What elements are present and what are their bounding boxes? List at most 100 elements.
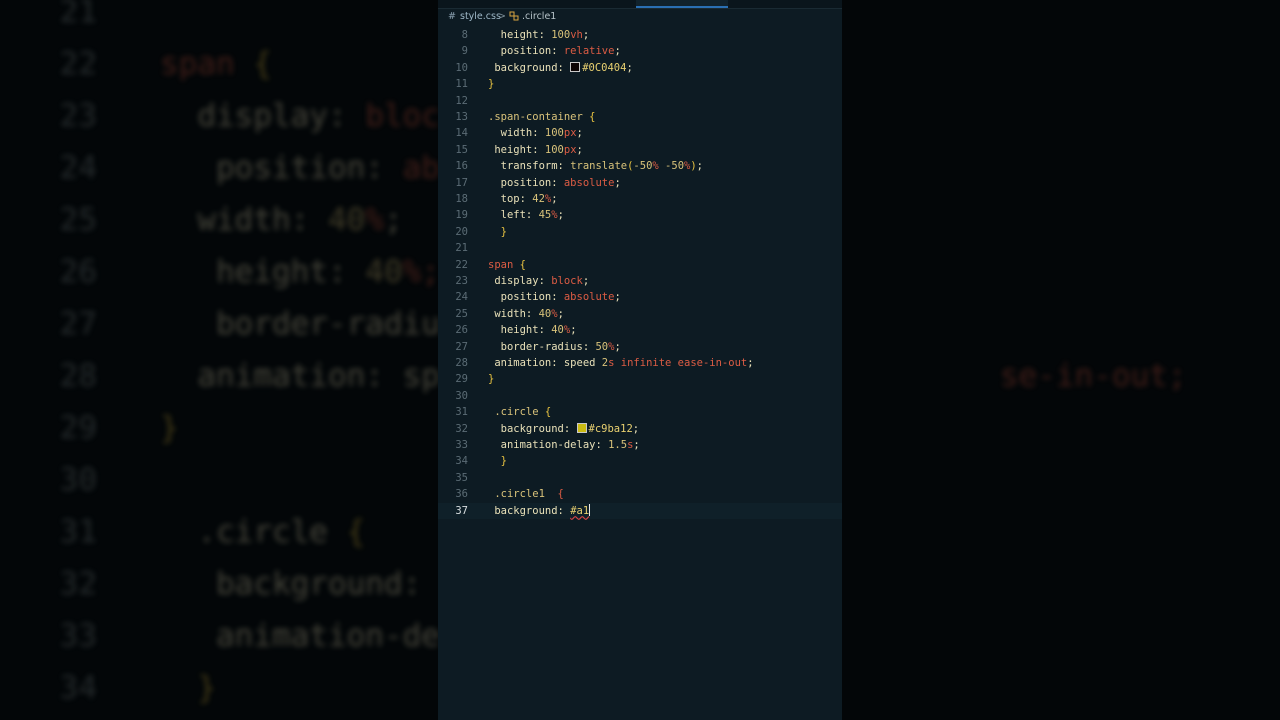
code-line[interactable]: 15 height: 100px; xyxy=(438,142,842,158)
line-text: background: #c9ba12; xyxy=(488,421,639,437)
line-text: width: 100px; xyxy=(488,125,583,141)
code-line[interactable]: 20 } xyxy=(438,224,842,240)
code-token: } xyxy=(488,225,507,238)
code-line[interactable]: 28 animation: speed 2s infinite ease-in-… xyxy=(438,355,842,371)
code-token: display: xyxy=(488,275,552,287)
code-token: border-radius: xyxy=(488,340,596,353)
line-number: 23 xyxy=(455,275,468,287)
line-number: 33 xyxy=(455,439,468,451)
line-text: background: #a1 xyxy=(488,503,591,519)
code-token: 100 xyxy=(551,29,571,41)
line-text: animation: speed 2s infinite ease-in-out… xyxy=(488,355,753,371)
code-token: { xyxy=(589,111,596,123)
code-token: translate xyxy=(570,160,628,173)
code-token: ; xyxy=(557,209,564,222)
code-line[interactable]: 18 top: 42%; xyxy=(438,191,842,207)
color-swatch[interactable] xyxy=(576,422,587,433)
line-number: 29 xyxy=(455,373,468,386)
code-line[interactable]: 14 width: 100px; xyxy=(438,125,842,141)
color-swatch[interactable] xyxy=(570,61,581,72)
code-token: -50 xyxy=(665,160,685,173)
code-token: ; xyxy=(570,324,577,337)
line-number: 24 xyxy=(455,291,468,304)
line-number: 27 xyxy=(455,340,468,353)
line-number: 20 xyxy=(455,225,468,238)
code-token: ; xyxy=(614,340,621,353)
code-token: ; xyxy=(614,176,621,189)
line-number: 10 xyxy=(455,61,468,74)
code-token: block xyxy=(551,275,583,287)
code-line[interactable]: 23 display: block; xyxy=(438,273,842,289)
code-line[interactable]: 31 .circle { xyxy=(438,404,842,420)
code-line[interactable]: 26 height: 40%; xyxy=(438,322,842,338)
code-line[interactable]: 30 xyxy=(438,388,842,404)
code-token: ; xyxy=(582,275,590,287)
code-token: ; xyxy=(576,143,583,156)
line-number: 32 xyxy=(455,422,468,435)
code-line[interactable]: 13 .span-container { xyxy=(438,109,842,125)
line-number: 11 xyxy=(455,78,468,91)
code-token: px xyxy=(563,127,577,140)
code-token: height: xyxy=(488,29,552,41)
line-number: 16 xyxy=(455,160,468,173)
code-line[interactable]: 33 animation-delay: 1.5s; xyxy=(438,437,842,453)
line-number: 13 xyxy=(455,111,468,123)
code-token: #0C0404 xyxy=(582,61,627,74)
line-number: 9 xyxy=(461,45,468,58)
code-line[interactable]: 16 transform: translate(-50% -50%); xyxy=(438,158,842,174)
css-file-icon: # xyxy=(448,11,456,22)
line-text: } xyxy=(488,224,507,240)
code-token: 100 xyxy=(544,143,564,156)
code-token: .span-container xyxy=(488,111,590,123)
breadcrumb-symbol[interactable]: .circle1 xyxy=(522,8,556,25)
code-token: ; xyxy=(576,127,583,140)
active-tab[interactable] xyxy=(636,0,728,8)
code-line[interactable]: 36 .circle1 { xyxy=(438,486,842,502)
breadcrumb-file[interactable]: style.css xyxy=(460,8,501,25)
line-text: height: 100vh; xyxy=(488,27,590,43)
line-text: } xyxy=(488,453,507,469)
code-line[interactable]: 9 position: relative; xyxy=(438,43,842,59)
code-token: ; xyxy=(696,160,703,173)
code-token: ; xyxy=(626,61,633,74)
code-line[interactable]: 25 width: 40%; xyxy=(438,306,842,322)
code-token: background: xyxy=(488,61,571,74)
code-editor-panel[interactable]: # style.css > .circle1 8 height: 100vh; 9… xyxy=(438,0,842,720)
line-number: 15 xyxy=(455,143,468,156)
line-text: .circle { xyxy=(488,404,551,420)
code-token: absolute xyxy=(563,176,615,189)
code-line[interactable]: 29} xyxy=(438,371,842,387)
code-token: 40 xyxy=(551,324,564,337)
code-line[interactable]: 32 background: #c9ba12; xyxy=(438,421,842,437)
line-text: top: 42%; xyxy=(488,191,558,207)
code-token: animation-delay: xyxy=(488,439,609,451)
code-line[interactable]: 11} xyxy=(438,76,842,92)
code-line[interactable]: 10 background: #0C0404; xyxy=(438,60,842,76)
current-code-line[interactable]: 37 background: #a1 xyxy=(438,502,842,519)
code-line[interactable]: 27 border-radius: 50%; xyxy=(438,339,842,355)
code-line[interactable]: 19 left: 45%; xyxy=(438,207,842,223)
code-line[interactable]: 17 position: absolute; xyxy=(438,175,842,191)
line-text: position: absolute; xyxy=(488,175,621,191)
line-text: span { xyxy=(488,257,526,273)
code-token: background: xyxy=(488,504,571,517)
line-text: left: 45%; xyxy=(488,207,564,223)
code-token: top: xyxy=(488,193,533,205)
code-token: px xyxy=(563,143,577,156)
code-line[interactable]: 21 xyxy=(438,240,842,256)
breadcrumb: # style.css > .circle1 xyxy=(438,8,842,25)
code-token: 50 xyxy=(595,340,609,353)
line-number: 37 xyxy=(455,504,468,517)
code-token: 40 xyxy=(538,307,552,320)
code-token: 45 xyxy=(538,209,552,222)
code-line[interactable]: 24 position: absolute; xyxy=(438,289,842,305)
code-line[interactable]: 34 } xyxy=(438,453,842,469)
code-line[interactable]: 8 height: 100vh; xyxy=(438,27,842,43)
code-line[interactable]: 35 xyxy=(438,470,842,486)
line-text: display: block; xyxy=(488,273,589,289)
code-token: { xyxy=(557,488,564,501)
line-number: 19 xyxy=(455,209,468,222)
code-line[interactable]: 12 xyxy=(438,93,842,109)
code-line[interactable]: 22 span { xyxy=(438,257,842,273)
line-text: } xyxy=(488,76,494,92)
